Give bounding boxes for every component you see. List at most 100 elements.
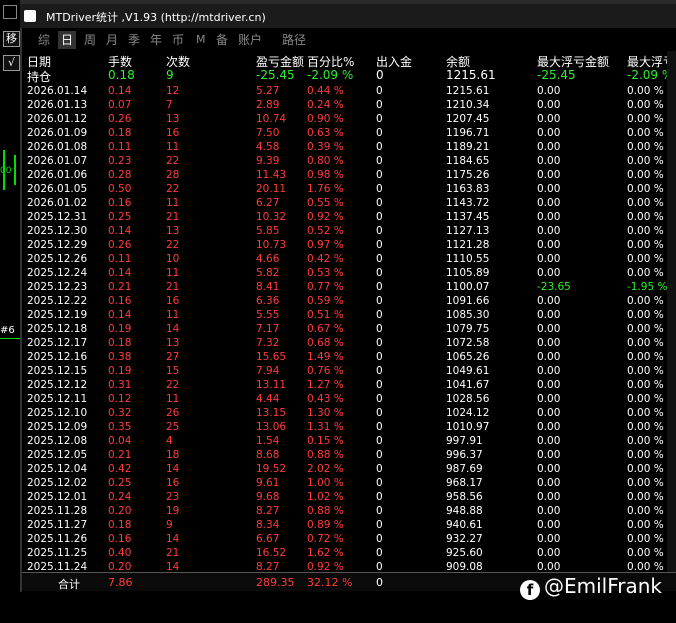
row-date: 2025.12.17 [27,337,88,349]
row-deposit: 0 [376,141,383,153]
row-max-float-loss-pct: 0.00 % [627,267,664,279]
table-row[interactable]: 2025.12.05 0.21 18 8.68 0.88 % 0 996.37 0.00 0.0… [22,449,676,463]
row-pnl: 10.32 [256,211,287,223]
table-row[interactable]: 2026.01.09 0.18 16 7.50 0.63 % 0 1196.71 0.00 0.… [22,127,676,141]
row-deposit: 0 [376,519,383,531]
tab-symbol[interactable]: 币 [172,31,184,49]
tab-daily[interactable]: 日 [58,31,77,49]
row-deposit: 0 [376,323,383,335]
table-row[interactable]: 2025.12.15 0.19 15 7.94 0.76 % 0 1049.61 0.00 0.… [22,365,676,379]
table-row[interactable]: 2025.12.24 0.14 11 5.82 0.53 % 0 1105.89 0.00 0.… [22,267,676,281]
table-row[interactable]: 2026.01.12 0.26 13 10.74 0.90 % 0 1207.45 0.00 0… [22,113,676,127]
row-balance: 1196.71 [446,127,490,139]
table-row[interactable]: 2025.11.26 0.16 14 6.67 0.72 % 0 932.27 0.00 0.0… [22,533,676,547]
row-pnl: 5.27 [256,85,280,97]
row-balance: 1091.66 [446,295,490,307]
table-row[interactable]: 2025.12.19 0.14 11 5.55 0.51 % 0 1085.30 0.00 0.… [22,309,676,323]
tab-overview[interactable]: 综 [38,31,50,49]
row-count: 13 [166,225,180,237]
row-max-float-loss-pct: 0.00 % [627,421,664,433]
table-row[interactable]: 2025.12.29 0.26 22 10.73 0.97 % 0 1121.28 0.00 0… [22,239,676,253]
row-count: 22 [166,155,180,167]
table-row[interactable]: 2025.11.27 0.18 9 8.34 0.89 % 0 940.61 0.00 0.00… [22,519,676,533]
table-row[interactable]: 2025.12.08 0.04 4 1.54 0.15 % 0 997.91 0.00 0.00… [22,435,676,449]
row-lots: 0.04 [108,435,132,447]
row-date: 2026.01.09 [27,127,88,139]
table-row[interactable]: 2026.01.13 0.07 7 2.89 0.24 % 0 1210.34 0.00 0.0… [22,99,676,113]
tab-yearly[interactable]: 年 [150,31,162,49]
tab-monthly[interactable]: 月 [106,31,118,49]
table-row[interactable]: 2026.01.02 0.16 11 6.27 0.55 % 0 1143.72 0.00 0.… [22,197,676,211]
row-max-float-loss-pct: 0.00 % [627,239,664,251]
row-pnl: 8.27 [256,505,280,517]
table-row[interactable]: 2025.12.31 0.25 21 10.32 0.92 % 0 1137.45 0.00 0… [22,211,676,225]
row-max-float-loss-pct: 0.00 % [627,113,664,125]
table-row[interactable]: 2025.12.04 0.42 14 19.52 2.02 % 0 987.69 0.00 0.… [22,463,676,477]
row-balance: 1184.65 [446,155,490,167]
row-max-float-loss: 0.00 [537,197,561,209]
row-deposit: 0 [376,365,383,377]
table-row[interactable]: 2025.12.23 0.21 21 8.41 0.77 % 0 1100.07 -23.65… [22,281,676,295]
row-max-float-loss-pct: 0.00 % [627,183,664,195]
position-row[interactable]: 持仓 0.18 9 -25.45 -2.09 % 0 1215.61 -25.4… [22,68,676,84]
row-deposit: 0 [376,99,383,111]
table-row[interactable]: 2026.01.06 0.28 28 11.43 0.98 % 0 1175.26 0.00 0… [22,169,676,183]
table-row[interactable]: 2025.12.17 0.18 13 7.32 0.68 % 0 1072.58 0.00 0.… [22,337,676,351]
header-deposit: 出入金 [376,55,413,69]
row-pnl: 4.66 [256,253,280,265]
row-max-float-loss-pct: 0.00 % [627,491,664,503]
header-date: 日期 [27,55,52,69]
table-row[interactable]: 2025.12.02 0.25 16 9.61 1.00 % 0 968.17 0.00 0.0… [22,477,676,491]
row-max-float-loss: 0.00 [537,351,561,363]
table-row[interactable]: 2025.12.12 0.31 22 13.11 1.27 % 0 1041.67 0.00 0… [22,379,676,393]
table-row[interactable]: 2026.01.05 0.50 22 20.11 1.76 % 0 1163.83 0.00 0… [22,183,676,197]
window-title: MTDriver统计 ,V1.93 (http://mtdriver.cn) [46,11,266,24]
header-balance: 余额 [446,55,471,69]
table-row[interactable]: 2025.11.25 0.40 21 16.52 1.62 % 0 925.60 0.00 0.… [22,547,676,561]
row-lots: 0.18 [108,337,132,349]
row-lots: 0.11 [108,253,132,265]
row-count: 26 [166,407,180,419]
row-pct: 0.90 % [307,113,344,125]
tab-weekly[interactable]: 周 [84,31,96,49]
row-count: 11 [166,141,180,153]
check-button[interactable]: √ [3,55,20,71]
table-row[interactable]: 2025.12.11 0.12 11 4.44 0.43 % 0 1028.56 0.00 0.… [22,393,676,407]
row-count: 7 [166,99,173,111]
row-date: 2025.12.09 [27,421,88,433]
table-row[interactable]: 2025.12.26 0.11 10 4.66 0.42 % 0 1110.55 0.00 0.… [22,253,676,267]
table-row[interactable]: 2025.12.30 0.14 13 5.85 0.52 % 0 1127.13 0.00 0.… [22,225,676,239]
table-row[interactable]: 2026.01.08 0.11 11 4.58 0.39 % 0 1189.21 0.00 0.… [22,141,676,155]
table-row[interactable]: 2026.01.14 0.14 12 5.27 0.44 % 0 1215.61 0.00 0.… [22,85,676,99]
row-pnl: 15.65 [256,351,287,363]
row-deposit: 0 [376,85,383,97]
row-date: 2025.12.15 [27,365,88,377]
tab-account[interactable]: 账户 [238,31,262,49]
tab-path[interactable]: 路径 [282,31,306,49]
table-row[interactable]: 2025.12.09 0.35 25 13.06 1.31 % 0 1010.97 0.00 0… [22,421,676,435]
table-row[interactable]: 2025.12.01 0.24 23 9.68 1.02 % 0 958.56 0.00 0.0… [22,491,676,505]
left-chart-strip: 移 √ 00 #6 [0,0,20,623]
row-pct: 0.24 % [307,99,344,111]
table-row[interactable]: 2025.12.10 0.32 26 13.15 1.30 % 0 1024.12 0.00 0… [22,407,676,421]
table-row[interactable]: 2025.12.18 0.19 14 7.17 0.67 % 0 1079.75 0.00 0.… [22,323,676,337]
row-pnl: 8.68 [256,449,280,461]
row-count: 22 [166,183,180,195]
tab-notes[interactable]: 备 [216,31,228,49]
tab-quarterly[interactable]: 季 [128,31,140,49]
table-row[interactable]: 2025.11.28 0.20 19 8.27 0.88 % 0 948.88 0.00 0.0… [22,505,676,519]
row-lots: 0.14 [108,267,132,279]
table-row[interactable]: 2025.12.16 0.38 27 15.65 1.49 % 0 1065.26 0.00 0… [22,351,676,365]
row-deposit: 0 [376,281,383,293]
row-count: 12 [166,85,180,97]
row-max-float-loss-pct: 0.00 % [627,253,664,265]
row-balance: 1100.07 [446,281,490,293]
window-title-bar[interactable]: MTDriver统计 ,V1.93 (http://mtdriver.cn) [20,0,676,28]
table-row[interactable]: 2025.12.22 0.16 16 6.36 0.59 % 0 1091.66 0.00 0.… [22,295,676,309]
table-row[interactable]: 2026.01.07 0.23 22 9.39 0.80 % 0 1184.65 0.00 0.… [22,155,676,169]
tab-magic[interactable]: M [196,31,206,49]
vertical-scrollbar[interactable] [667,51,676,572]
row-pnl: 5.85 [256,225,280,237]
move-button[interactable]: 移 [3,31,20,47]
row-pct: 1.76 % [307,183,344,195]
